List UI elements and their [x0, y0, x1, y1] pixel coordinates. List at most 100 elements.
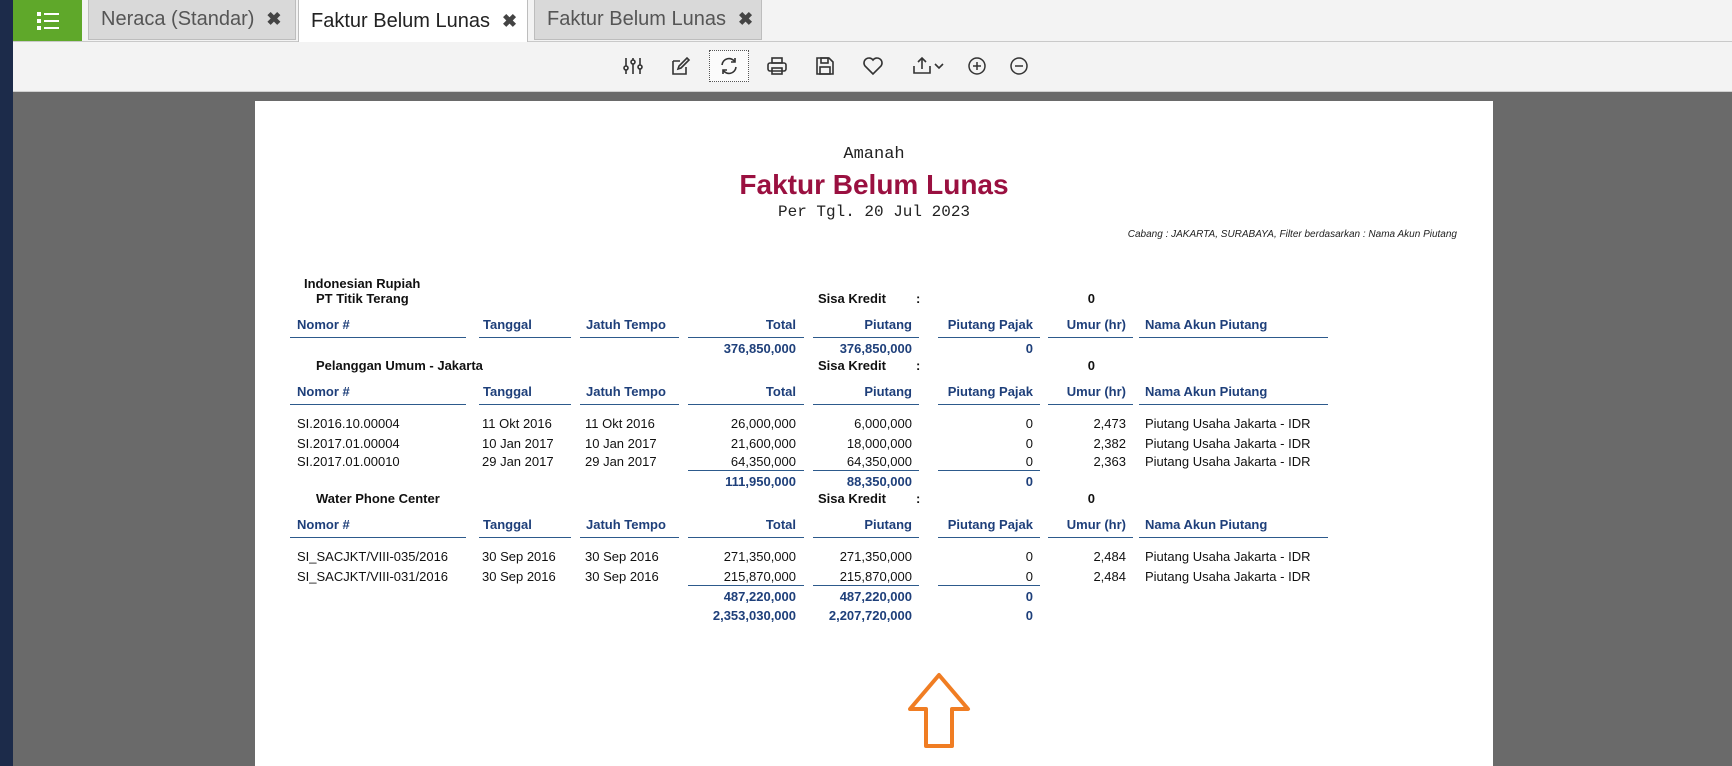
column-header: Piutang Pajak — [947, 317, 1033, 332]
close-icon[interactable]: ✖ — [266, 9, 281, 30]
sisa-kredit-value: 0 — [1087, 291, 1095, 306]
orange-up-arrow-annotation — [908, 673, 970, 748]
column-header: Tanggal — [483, 317, 532, 332]
column-header: Jatuh Tempo — [586, 384, 666, 399]
column-header: Jatuh Tempo — [586, 317, 666, 332]
column-header: Nama Akun Piutang — [1145, 517, 1268, 532]
report-title: Faktur Belum Lunas — [739, 169, 1009, 200]
save-icon — [816, 57, 834, 75]
subtotal-pajak: 0 — [1025, 589, 1033, 604]
favorite-heart-icon — [863, 57, 883, 76]
invoice-pajak: 0 — [1025, 436, 1033, 451]
save-button[interactable] — [805, 50, 845, 82]
column-header: Umur (hr) — [1066, 317, 1126, 332]
invoice-date: 29 Jan 2017 — [482, 454, 554, 469]
invoice-piutang: 215,870,000 — [839, 569, 912, 584]
invoice-number: SI.2017.01.00010 — [297, 454, 400, 469]
favorite-button[interactable] — [853, 50, 893, 82]
subtotal-line — [813, 585, 919, 586]
subtotal-pajak: 0 — [1025, 474, 1033, 489]
refresh-button[interactable] — [709, 50, 749, 82]
sisa-kredit-colon: : — [916, 291, 921, 306]
invoice-pajak: 0 — [1025, 569, 1033, 584]
tab-label: Neraca (Standar) — [101, 8, 255, 30]
column-header: Total — [765, 317, 796, 332]
invoice-total: 26,000,000 — [730, 416, 796, 431]
close-icon[interactable]: ✖ — [502, 11, 517, 32]
column-header: Total — [765, 384, 796, 399]
sisa-kredit-label: Sisa Kredit — [818, 358, 886, 373]
subtotal-line — [938, 337, 1040, 338]
invoice-number: SI_SACJKT/VIII-031/2016 — [297, 569, 449, 584]
column-header: Umur (hr) — [1066, 384, 1126, 399]
invoice-total: 21,600,000 — [730, 436, 796, 451]
report-filter: Cabang : JAKARTA, SURABAYA, Filter berda… — [1127, 229, 1457, 240]
chevron-down-icon — [934, 63, 944, 70]
invoice-umur: 2,484 — [1093, 549, 1126, 564]
column-header: Umur (hr) — [1066, 517, 1126, 532]
customer-name: Pelanggan Umum - Jakarta — [316, 358, 483, 373]
subtotal-piutang: 376,850,000 — [839, 341, 912, 356]
invoice-umur: 2,473 — [1093, 416, 1126, 431]
edit-icon — [672, 56, 691, 75]
invoice-number: SI.2016.10.00004 — [297, 416, 400, 431]
header-underline — [938, 537, 1040, 538]
invoice-piutang: 18,000,000 — [846, 436, 912, 451]
column-header: Piutang Pajak — [947, 517, 1033, 532]
export-button[interactable] — [903, 50, 953, 82]
zoom-in-button[interactable] — [957, 50, 997, 82]
zoom-out-button[interactable] — [999, 50, 1039, 82]
customer-name: PT Titik Terang — [316, 291, 409, 306]
invoice-umur: 2,382 — [1093, 436, 1126, 451]
sisa-kredit-value: 0 — [1087, 491, 1095, 506]
column-header: Piutang Pajak — [947, 384, 1033, 399]
subtotal-line — [688, 585, 804, 586]
header-underline — [580, 537, 679, 538]
due-date: 11 Okt 2016 — [585, 416, 655, 431]
tab-label: Faktur Belum Lunas — [311, 9, 490, 32]
tab-neraca-standar[interactable]: Neraca (Standar) ✖ — [88, 0, 296, 40]
header-underline — [290, 337, 466, 338]
invoice-date: 30 Sep 2016 — [482, 549, 556, 564]
close-icon[interactable]: ✖ — [738, 9, 753, 30]
tab-faktur-belum-lunas[interactable]: Faktur Belum Lunas ✖ — [534, 0, 762, 40]
print-button[interactable] — [757, 50, 797, 82]
subtotal-total: 487,220,000 — [723, 589, 796, 604]
print-icon — [767, 57, 787, 75]
header-underline — [1048, 337, 1133, 338]
invoice-total: 271,350,000 — [723, 549, 796, 564]
report-toolbar — [13, 42, 1732, 92]
invoice-pajak: 0 — [1025, 549, 1033, 564]
due-date: 30 Sep 2016 — [585, 549, 659, 564]
header-underline — [688, 537, 804, 538]
invoice-number: SI.2017.01.00004 — [297, 436, 400, 451]
subtotal-line — [938, 470, 1040, 471]
invoice-pajak: 0 — [1025, 416, 1033, 431]
sisa-kredit-value: 0 — [1087, 358, 1095, 373]
subtotal-total: 111,950,000 — [725, 474, 796, 489]
header-underline — [580, 337, 679, 338]
invoice-umur: 2,484 — [1093, 569, 1126, 584]
company-name: Amanah — [843, 145, 905, 164]
grand-total: 2,353,030,000 — [712, 608, 796, 623]
sisa-kredit-colon: : — [916, 491, 921, 506]
column-header: Piutang — [864, 317, 912, 332]
header-underline — [938, 404, 1040, 405]
left-sidebar-strip — [0, 0, 13, 766]
column-header: Nama Akun Piutang — [1145, 384, 1268, 399]
header-underline — [688, 404, 804, 405]
header-underline — [290, 537, 466, 538]
subtotal-line — [938, 585, 1040, 586]
subtotal-line — [688, 470, 804, 471]
invoice-piutang: 64,350,000 — [846, 454, 912, 469]
settings-button[interactable] — [613, 50, 653, 82]
edit-button[interactable] — [661, 50, 701, 82]
menu-button[interactable] — [13, 0, 82, 41]
column-header: Nomor # — [297, 384, 350, 399]
invoice-number: SI_SACJKT/VIII-035/2016 — [297, 549, 449, 564]
column-header: Nomor # — [297, 517, 350, 532]
due-date: 30 Sep 2016 — [585, 569, 659, 584]
header-underline — [1139, 404, 1328, 405]
tab-faktur-belum-lunas-active[interactable]: Faktur Belum Lunas ✖ — [298, 0, 528, 42]
subtotal-piutang: 487,220,000 — [839, 589, 912, 604]
